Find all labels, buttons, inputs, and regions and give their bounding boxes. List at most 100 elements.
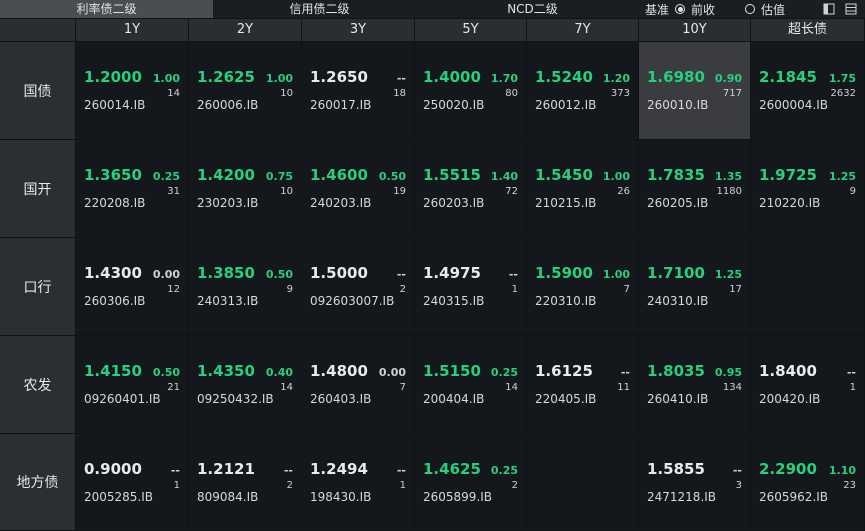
bond-code: 240313.IB bbox=[197, 294, 259, 308]
column-header[interactable]: 10Y bbox=[639, 19, 750, 41]
bond-code: 260205.IB bbox=[647, 196, 709, 210]
column-header[interactable]: 1Y bbox=[76, 19, 188, 41]
quote-cell[interactable]: 1.4350 0.40 14 09250432.IB bbox=[189, 336, 301, 433]
trade-count: 11 bbox=[617, 382, 630, 393]
quote-cell[interactable]: 1.5000 -- 2 092603007.IB bbox=[302, 238, 414, 335]
change-value: 1.25 bbox=[828, 170, 856, 183]
bond-code: 210215.IB bbox=[535, 196, 597, 210]
quote-cell[interactable] bbox=[751, 238, 864, 335]
quote-cell[interactable]: 1.6125 -- 11 220405.IB bbox=[527, 336, 638, 433]
column-header[interactable]: 超长债 bbox=[751, 19, 864, 41]
quote-cell[interactable]: 0.9000 -- 1 2005285.IB bbox=[76, 434, 188, 530]
quote-cell[interactable]: 2.2900 1.10 23 2605962.IB bbox=[751, 434, 864, 530]
quote-cell[interactable]: 2.1845 1.75 2632 2600004.IB bbox=[751, 42, 864, 139]
quote-cell[interactable] bbox=[527, 434, 638, 530]
change-value: 1.10 bbox=[828, 464, 856, 477]
quote-cell[interactable]: 1.4300 0.00 12 260306.IB bbox=[76, 238, 188, 335]
change-value: 0.50 bbox=[265, 268, 293, 281]
trade-count: 14 bbox=[280, 382, 293, 393]
change-value: 0.25 bbox=[490, 366, 518, 379]
quote-cell[interactable]: 1.2625 1.00 10 260006.IB bbox=[189, 42, 301, 139]
quote-cell[interactable]: 1.4200 0.75 10 230203.IB bbox=[189, 140, 301, 237]
trade-count: 1180 bbox=[716, 186, 742, 197]
price-value: 1.5000 bbox=[310, 264, 368, 282]
quote-cell[interactable]: 1.2494 -- 1 198430.IB bbox=[302, 434, 414, 530]
basis-label: 基准 bbox=[645, 2, 670, 17]
quote-cell[interactable]: 1.4800 0.00 7 260403.IB bbox=[302, 336, 414, 433]
quote-cell[interactable]: 1.5150 0.25 14 200404.IB bbox=[415, 336, 526, 433]
grid-icon[interactable] bbox=[845, 3, 857, 15]
change-value: 1.25 bbox=[714, 268, 742, 281]
radio-prev-close[interactable] bbox=[675, 4, 686, 14]
quote-cell[interactable]: 1.2121 -- 2 809084.IB bbox=[189, 434, 301, 530]
trade-count: 14 bbox=[505, 382, 518, 393]
row-header[interactable]: 国开 bbox=[0, 140, 75, 237]
change-value: -- bbox=[508, 268, 518, 281]
corner-header bbox=[0, 19, 75, 41]
quote-cell[interactable]: 1.5515 1.40 72 260203.IB bbox=[415, 140, 526, 237]
bond-code: 198430.IB bbox=[310, 490, 372, 504]
change-value: 0.50 bbox=[152, 366, 180, 379]
bond-code: 260012.IB bbox=[535, 98, 597, 112]
quote-cell[interactable]: 1.4975 -- 1 240315.IB bbox=[415, 238, 526, 335]
tab-credit-bonds[interactable]: 信用债二级 bbox=[213, 0, 426, 18]
quote-cell[interactable]: 1.2000 1.00 14 260014.IB bbox=[76, 42, 188, 139]
quote-cell[interactable]: 1.2650 -- 18 260017.IB bbox=[302, 42, 414, 139]
trade-count: 10 bbox=[280, 88, 293, 99]
change-value: 1.40 bbox=[490, 170, 518, 183]
bond-code: 220208.IB bbox=[84, 196, 146, 210]
basis-controls: 基准 前收 估值 bbox=[645, 1, 785, 18]
tab-rate-bonds[interactable]: 利率债二级 bbox=[0, 0, 213, 18]
row-header[interactable]: 地方债 bbox=[0, 434, 75, 530]
trade-count: 1 bbox=[849, 382, 856, 393]
price-value: 1.8400 bbox=[759, 362, 817, 380]
trade-count: 19 bbox=[393, 186, 406, 197]
column-header[interactable]: 5Y bbox=[415, 19, 526, 41]
bond-code: 809084.IB bbox=[197, 490, 259, 504]
trade-count: 1 bbox=[173, 480, 180, 491]
tab-ncd[interactable]: NCD二级 bbox=[426, 0, 639, 18]
column-header[interactable]: 3Y bbox=[302, 19, 414, 41]
quote-cell[interactable]: 1.5240 1.20 373 260012.IB bbox=[527, 42, 638, 139]
quote-cell[interactable]: 1.4625 0.25 2 2605899.IB bbox=[415, 434, 526, 530]
trade-count: 10 bbox=[280, 186, 293, 197]
bond-code: 220405.IB bbox=[535, 392, 597, 406]
radio-estimate[interactable] bbox=[745, 4, 756, 14]
quote-cell[interactable]: 1.4600 0.50 19 240203.IB bbox=[302, 140, 414, 237]
row-header[interactable]: 国债 bbox=[0, 42, 75, 139]
price-value: 1.4800 bbox=[310, 362, 368, 380]
quote-cell[interactable]: 1.3850 0.50 9 240313.IB bbox=[189, 238, 301, 335]
quote-cell[interactable]: 1.3650 0.25 31 220208.IB bbox=[76, 140, 188, 237]
quote-cell[interactable]: 1.8400 -- 1 200420.IB bbox=[751, 336, 864, 433]
quote-cell[interactable]: 1.6980 0.90 717 260010.IB bbox=[639, 42, 750, 139]
column-header[interactable]: 2Y bbox=[189, 19, 301, 41]
quote-cell[interactable]: 1.7100 1.25 17 240310.IB bbox=[639, 238, 750, 335]
quote-cell[interactable]: 1.4150 0.50 21 09260401.IB bbox=[76, 336, 188, 433]
layout-icon[interactable] bbox=[823, 3, 835, 15]
quote-cell[interactable]: 1.5450 1.00 26 210215.IB bbox=[527, 140, 638, 237]
trade-count: 9 bbox=[849, 186, 856, 197]
quote-cell[interactable]: 1.4000 1.70 80 250020.IB bbox=[415, 42, 526, 139]
quote-cell[interactable]: 1.7835 1.35 1180 260205.IB bbox=[639, 140, 750, 237]
quote-cell[interactable]: 1.5900 1.00 7 220310.IB bbox=[527, 238, 638, 335]
bond-code: 260203.IB bbox=[423, 196, 485, 210]
radio-estimate-label[interactable]: 估值 bbox=[761, 1, 785, 18]
price-value: 1.7100 bbox=[647, 264, 705, 282]
radio-prev-close-label[interactable]: 前收 bbox=[691, 1, 715, 18]
row-header[interactable]: 农发 bbox=[0, 336, 75, 433]
trade-count: 23 bbox=[843, 480, 856, 491]
price-value: 1.5240 bbox=[535, 68, 593, 86]
trade-count: 134 bbox=[722, 382, 742, 393]
quote-cell[interactable]: 1.8035 0.95 134 260410.IB bbox=[639, 336, 750, 433]
bond-code: 2600004.IB bbox=[759, 98, 829, 112]
quote-cell[interactable]: 1.9725 1.25 9 210220.IB bbox=[751, 140, 864, 237]
bond-code: 240310.IB bbox=[647, 294, 709, 308]
row-header[interactable]: 口行 bbox=[0, 238, 75, 335]
column-header[interactable]: 7Y bbox=[527, 19, 638, 41]
change-value: 0.95 bbox=[714, 366, 742, 379]
price-value: 1.5150 bbox=[423, 362, 481, 380]
quote-cell[interactable]: 1.5855 -- 3 2471218.IB bbox=[639, 434, 750, 530]
price-value: 1.2625 bbox=[197, 68, 255, 86]
quote-grid: 1Y 2Y 3Y 5Y 7Y 10Y 超长债 国债 1.2000 1.00 14 260014.IB 1… bbox=[0, 19, 865, 531]
bond-code: 09260401.IB bbox=[84, 392, 161, 406]
